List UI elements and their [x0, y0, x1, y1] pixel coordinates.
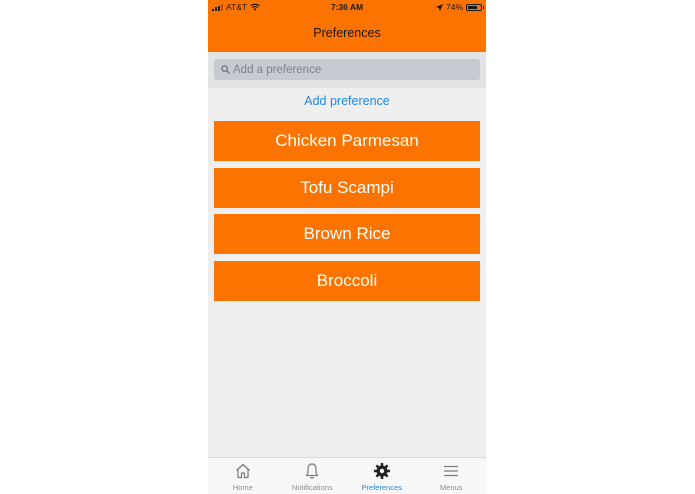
search-box[interactable] — [214, 59, 480, 80]
battery-percent: 74% — [445, 2, 463, 12]
tab-menus[interactable]: Menus — [417, 458, 487, 494]
tab-label: Home — [232, 483, 253, 492]
search-bar — [208, 52, 486, 88]
tab-home[interactable]: Home — [208, 458, 278, 494]
battery-fill — [468, 5, 477, 9]
home-icon — [235, 463, 250, 479]
tab-label: Menus — [439, 483, 463, 492]
app-screen: AT&T 7:36 AM 74% Preferences Add a prefe… — [208, 0, 486, 494]
search-icon — [221, 65, 230, 74]
preference-list: Chicken Parmesan Tofu Scampi Brown Rice … — [214, 121, 480, 307]
status-right: 74% — [435, 2, 484, 12]
status-bar: AT&T 7:36 AM 74% — [208, 0, 486, 16]
menu-icon — [444, 465, 459, 477]
tab-label: Preferences — [361, 483, 402, 492]
page-title: Preferences — [313, 26, 381, 40]
tab-bar: Home Notifications Preferences Menus — [208, 457, 486, 494]
header: AT&T 7:36 AM 74% Preferences — [208, 0, 486, 52]
gear-icon — [373, 463, 390, 479]
preference-item[interactable]: Chicken Parmesan — [214, 121, 480, 161]
tab-preferences[interactable]: Preferences — [347, 458, 417, 494]
location-arrow-icon — [435, 3, 443, 11]
battery-icon — [466, 3, 484, 11]
add-preference-link[interactable]: Add preference — [208, 94, 486, 108]
preference-item[interactable]: Brown Rice — [214, 214, 480, 254]
preference-item[interactable]: Broccoli — [214, 260, 480, 301]
tab-notifications[interactable]: Notifications — [278, 458, 348, 494]
tab-label: Notifications — [291, 483, 333, 492]
search-input[interactable] — [233, 63, 463, 76]
preference-item[interactable]: Tofu Scampi — [214, 167, 480, 208]
bell-icon — [306, 463, 319, 479]
